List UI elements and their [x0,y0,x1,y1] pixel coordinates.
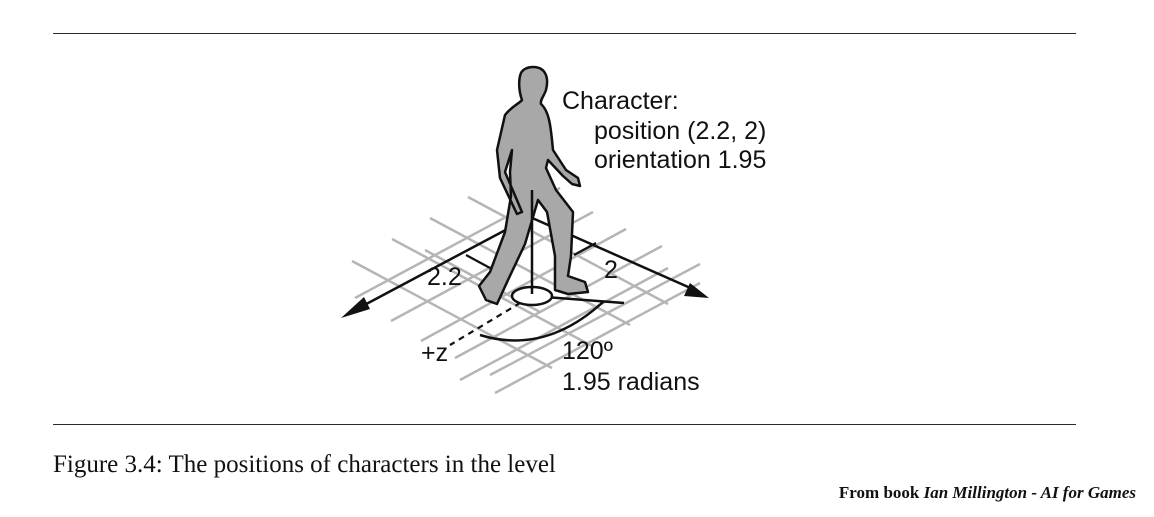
bottom-rule [53,424,1076,425]
z-offset-label: 2 [604,256,618,284]
plus-z-axis-label: +z [421,339,448,367]
credit-prefix: From book [838,483,924,502]
character-heading: Character: [562,87,679,115]
angle-radians-label: 1.95 radians [562,368,700,396]
x-offset-label: 2.2 [427,263,462,291]
character-position-diagram: Character: position (2.2, 2) orientation… [341,65,766,396]
orientation-label: orientation 1.95 [594,146,766,174]
credit-author-title: Ian Millington - AI for Games [923,483,1136,502]
x-axis-arrowhead [341,297,370,318]
position-label: position (2.2, 2) [594,117,766,145]
figure-caption: Figure 3.4: The positions of characters … [53,451,556,478]
source-credit: From book Ian Millington - AI for Games [839,483,1136,503]
angle-degrees-label: 120º [562,337,613,365]
